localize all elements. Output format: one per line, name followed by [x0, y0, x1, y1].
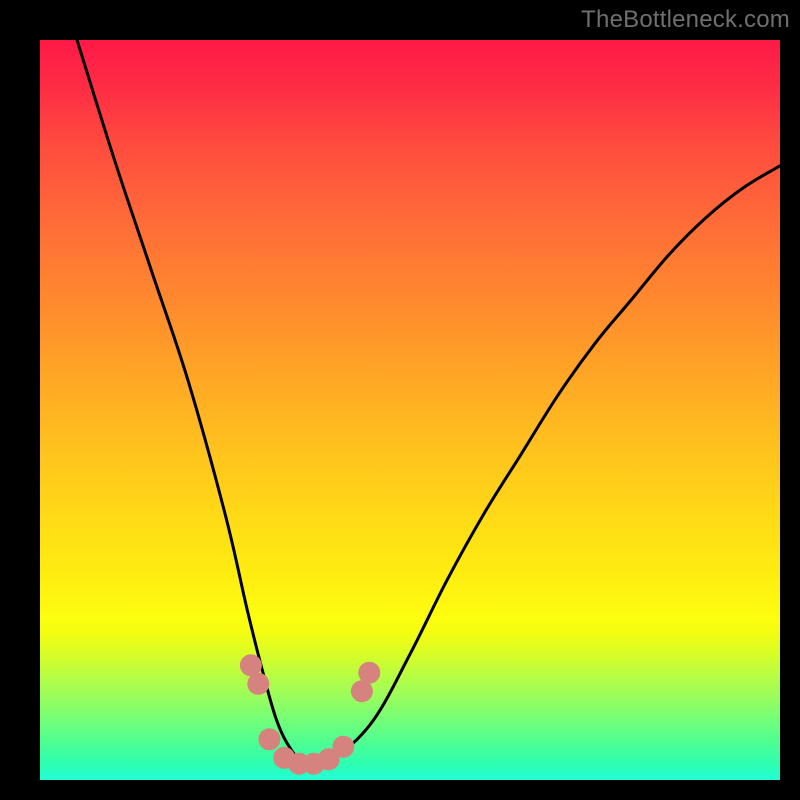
bottom-markers	[240, 654, 380, 774]
marker-dot	[332, 736, 354, 758]
marker-dot	[258, 728, 280, 750]
marker-dot	[358, 662, 380, 684]
marker-dot	[247, 673, 269, 695]
performance-curve	[77, 40, 780, 767]
watermark-text: TheBottleneck.com	[581, 6, 790, 34]
curve-layer	[40, 40, 780, 780]
plot-area	[40, 40, 780, 780]
chart-stage: TheBottleneck.com	[0, 0, 800, 800]
